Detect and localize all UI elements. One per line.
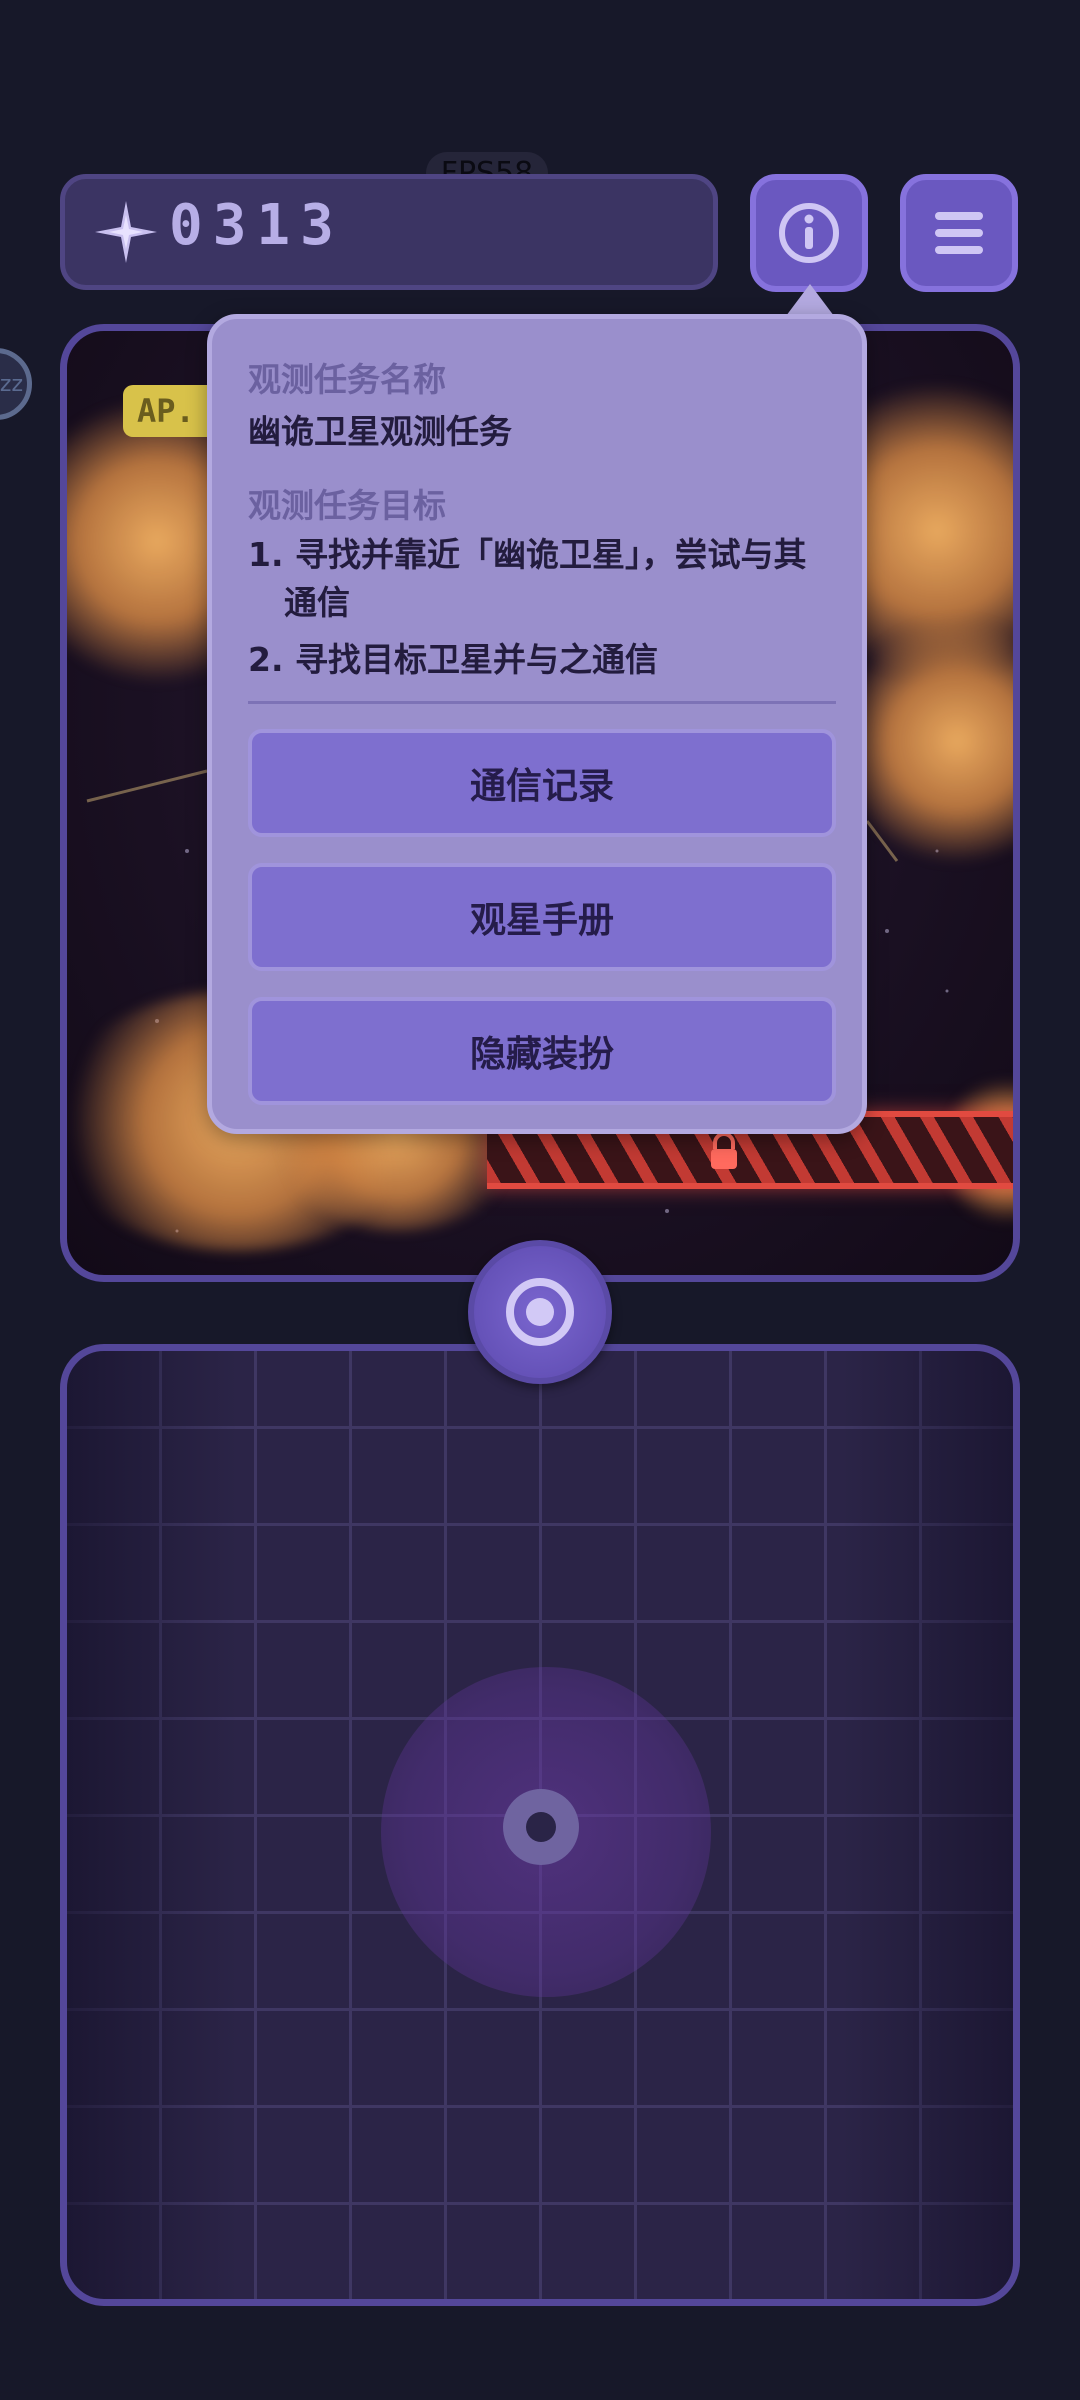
star-guide-button[interactable]: 观星手册 xyxy=(248,863,836,971)
compass-star-icon xyxy=(95,201,157,263)
mission-goal-item: 2. 寻找目标卫星并与之通信 xyxy=(248,640,658,679)
sleep-badge[interactable]: zz xyxy=(0,348,32,420)
info-button[interactable] xyxy=(750,174,868,292)
observe-target-button[interactable] xyxy=(468,1240,612,1384)
joystick-knob[interactable] xyxy=(503,1789,579,1865)
mission-popup: 观测任务名称 幽诡卫星观测任务 观测任务目标 1. 寻找并靠近「幽诡卫星」，尝试… xyxy=(207,314,867,1134)
score-value: 0313 xyxy=(169,193,344,258)
menu-icon xyxy=(935,212,983,254)
score-bar: 0313 xyxy=(60,174,718,290)
comm-log-button[interactable]: 通信记录 xyxy=(248,729,836,837)
lock-icon xyxy=(711,1132,737,1169)
hide-outfit-button[interactable]: 隐藏装扮 xyxy=(248,997,836,1105)
joystick-center xyxy=(526,1812,556,1842)
mission-goal-label: 观测任务目标 xyxy=(248,486,446,525)
divider xyxy=(248,701,836,704)
mission-goal-item: 1. 寻找并靠近「幽诡卫星」，尝试与其通信 xyxy=(248,535,807,622)
mission-name-label: 观测任务名称 xyxy=(248,360,446,399)
mission-name-value: 幽诡卫星观测任务 xyxy=(248,412,512,451)
popup-pointer xyxy=(786,284,834,316)
target-icon xyxy=(506,1278,574,1346)
control-pad[interactable] xyxy=(60,1344,1020,2306)
menu-button[interactable] xyxy=(900,174,1018,292)
info-icon xyxy=(779,203,839,263)
